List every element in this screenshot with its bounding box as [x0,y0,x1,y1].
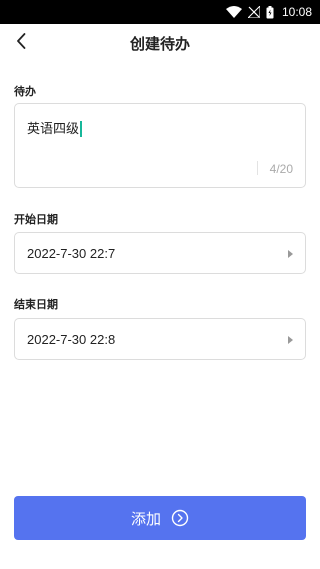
app-bar: 创建待办 [0,24,320,62]
add-button-label: 添加 [130,509,161,528]
start-date-picker[interactable]: 2022-7-30 22:7 [14,232,306,274]
start-date-value: 2022-7-30 22:7 [27,245,116,261]
text-caret [80,120,83,137]
chevron-left-icon [16,33,26,53]
status-bar: 10:08 [0,0,320,24]
start-date-label: 开始日期 [14,213,58,226]
end-date-value: 2022-7-30 22:8 [27,331,116,347]
end-date-picker[interactable]: 2022-7-30 22:8 [14,318,306,360]
counter-divider [257,161,258,175]
todo-input[interactable]: 英语四级 4/20 [14,103,306,188]
wifi-icon [225,6,242,18]
char-counter: 4/20 [269,162,293,176]
caret-right-icon [288,336,293,344]
back-button[interactable] [10,31,32,55]
add-button[interactable]: 添加 [14,496,306,540]
page-title: 创建待办 [129,34,190,53]
arrow-circle-right-icon [171,509,189,527]
signal-icon [247,6,260,18]
status-time: 10:08 [281,5,312,19]
battery-icon [266,5,274,19]
end-date-label: 结束日期 [14,298,58,311]
todo-label: 待办 [14,85,36,98]
caret-right-icon [288,250,293,258]
todo-input-value: 英语四级 [27,118,83,138]
